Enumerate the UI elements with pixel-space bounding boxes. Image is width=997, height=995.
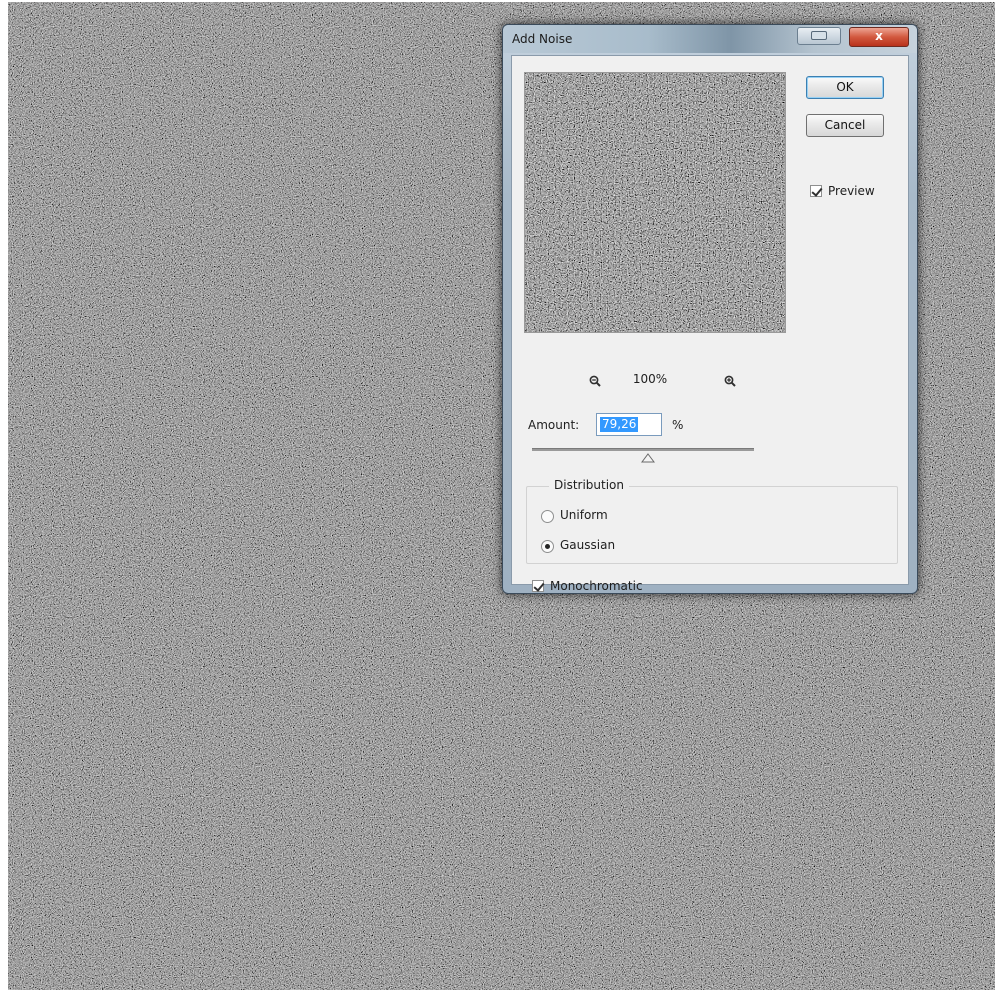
preview-image[interactable] <box>524 72 786 333</box>
dialog-content: 100% OK Cancel Preview Amount: 79,26 % D… <box>511 55 909 593</box>
amount-input[interactable]: 79,26 <box>596 413 662 436</box>
zoom-level: 100% <box>632 372 668 386</box>
distribution-group: Distribution Uniform Gaussian <box>526 478 898 564</box>
amount-slider[interactable] <box>532 448 754 451</box>
close-button[interactable]: x <box>849 27 909 47</box>
amount-label: Amount: <box>528 418 580 432</box>
ok-button[interactable]: OK <box>806 76 884 99</box>
zoom-out-icon[interactable] <box>589 375 601 387</box>
preview-checkbox[interactable] <box>810 185 822 197</box>
gaussian-radio[interactable] <box>541 540 554 553</box>
dialog-title: Add Noise <box>512 32 573 46</box>
zoom-in-icon[interactable] <box>724 375 736 387</box>
monochromatic-checkbox[interactable] <box>532 580 544 592</box>
help-icon[interactable] <box>797 27 841 45</box>
slider-thumb-icon[interactable] <box>641 453 655 463</box>
amount-unit: % <box>672 418 684 432</box>
uniform-radio[interactable] <box>541 510 554 523</box>
uniform-label: Uniform <box>560 508 608 522</box>
add-noise-dialog: Add Noise x 100% OK Cancel Preview Amoun… <box>502 24 918 594</box>
gaussian-label: Gaussian <box>560 538 616 552</box>
amount-value: 79,26 <box>600 417 639 432</box>
dialog-titlebar[interactable]: Add Noise x <box>503 25 917 53</box>
monochromatic-label: Monochromatic <box>550 579 643 593</box>
distribution-legend: Distribution <box>549 478 630 492</box>
preview-label: Preview <box>828 184 875 198</box>
cancel-button[interactable]: Cancel <box>806 114 884 137</box>
close-icon: x <box>875 29 883 43</box>
